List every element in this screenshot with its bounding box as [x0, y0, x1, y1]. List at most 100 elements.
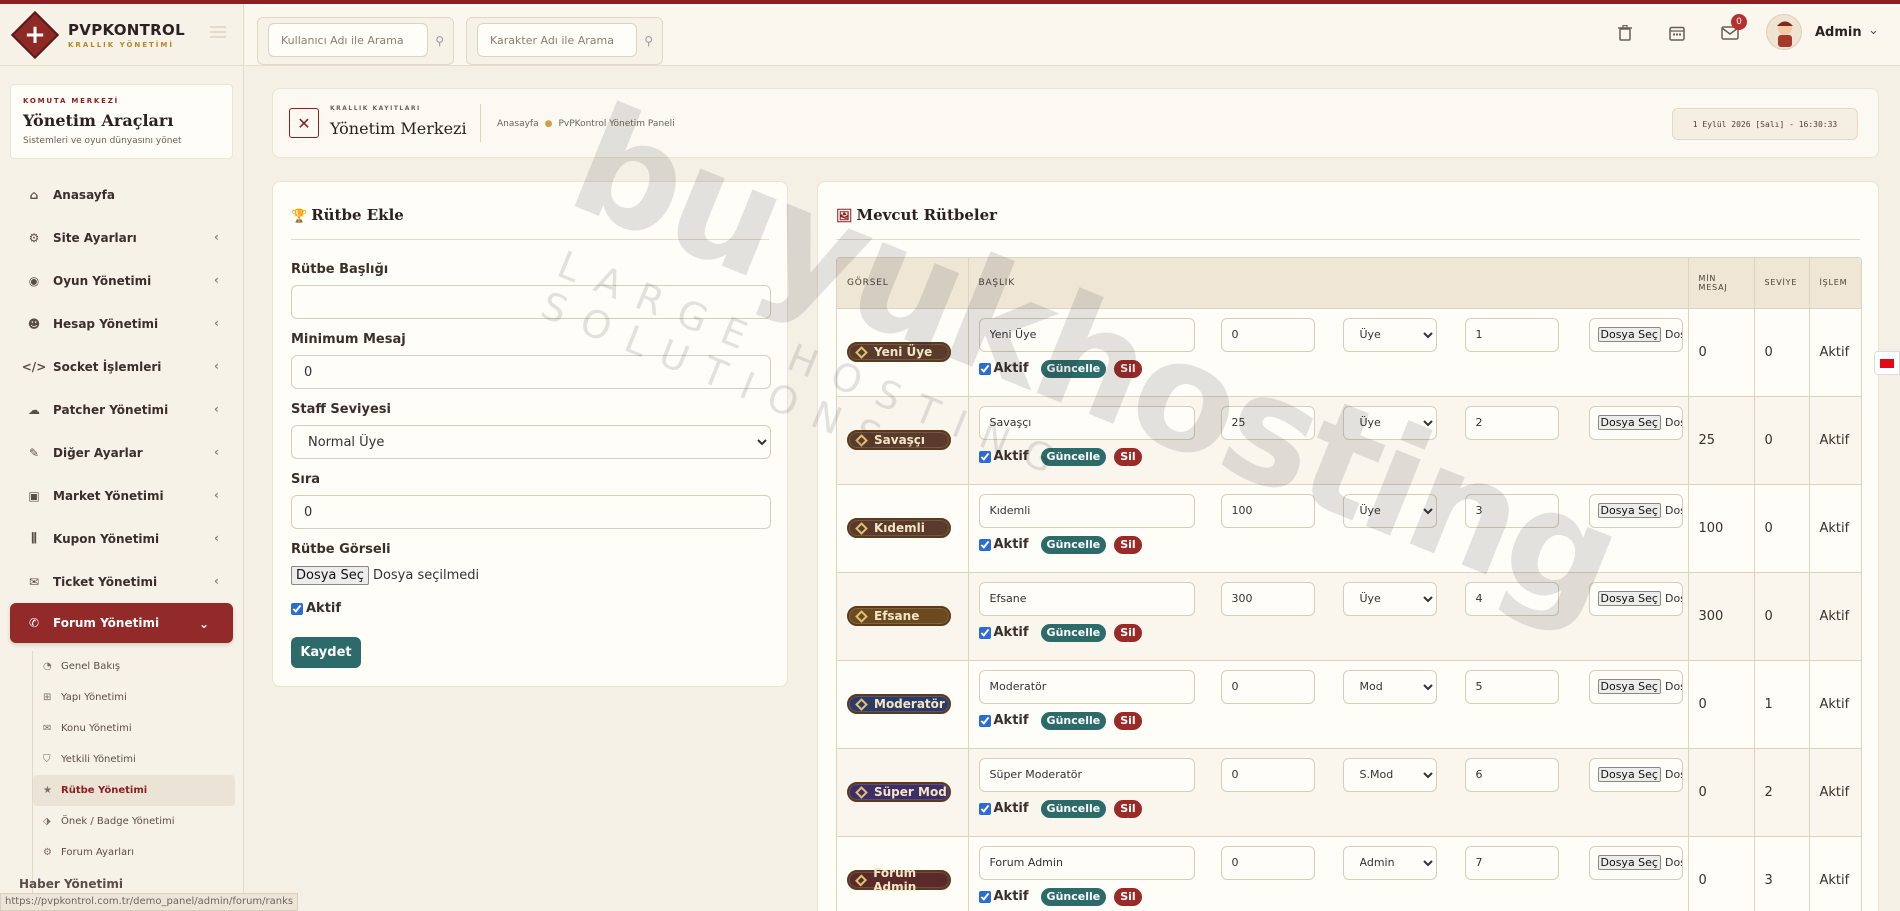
sidebar-item[interactable]: ◉ Oyun Yönetimi ‹ [0, 259, 243, 302]
update-button[interactable]: Güncelle [1040, 799, 1107, 818]
file-choose-button[interactable]: Dosya Seç [1597, 855, 1661, 870]
update-button[interactable]: Güncelle [1040, 711, 1107, 730]
active-checkbox[interactable] [978, 890, 991, 903]
staff-level-select[interactable]: Üye [1342, 581, 1437, 616]
rank-title-input[interactable] [978, 493, 1195, 528]
update-button[interactable]: Güncelle [1040, 623, 1107, 642]
search-icon[interactable]: ⚲ [435, 34, 444, 48]
rank-title-input[interactable] [978, 845, 1195, 880]
admin-name[interactable]: Admin [1815, 25, 1862, 40]
active-checkbox[interactable] [291, 602, 303, 615]
menu-toggle-icon[interactable] [210, 26, 226, 38]
order-input[interactable] [1464, 317, 1559, 352]
submenu-item[interactable]: ⚙ Forum Ayarları [33, 837, 243, 868]
rank-title-input[interactable] [291, 285, 771, 319]
active-checkbox[interactable] [978, 362, 991, 375]
rank-title-input[interactable] [978, 669, 1195, 704]
min-message-input[interactable] [1220, 405, 1315, 440]
active-label: Aktif [993, 449, 1029, 464]
order-input[interactable] [1464, 493, 1559, 528]
sidebar-item[interactable]: ✎ Diğer Ayarlar ‹ [0, 431, 243, 474]
update-button[interactable]: Güncelle [1040, 359, 1107, 378]
min-message-input[interactable] [1220, 669, 1315, 704]
delete-button[interactable]: Sil [1114, 887, 1142, 906]
active-checkbox[interactable] [978, 538, 991, 551]
avatar[interactable] [1766, 14, 1802, 50]
staff-level-select[interactable]: Mod [1342, 669, 1437, 704]
submenu-item[interactable]: ✉ Konu Yönetimi [33, 713, 243, 744]
staff-level-select[interactable]: Üye [1342, 493, 1437, 528]
rank-actions: Aktif Güncelle Sil [978, 359, 1142, 378]
sidebar-item[interactable]: ✆ Forum Yönetimi ⌄ [10, 603, 233, 643]
staff-level-select[interactable]: Admin [1342, 845, 1437, 880]
min-message-input[interactable] [1220, 845, 1315, 880]
file-choose-button[interactable]: Dosya Seç [1597, 679, 1661, 694]
close-icon[interactable]: ✕ [289, 108, 319, 138]
order-input[interactable] [291, 495, 771, 529]
active-checkbox[interactable] [978, 714, 991, 727]
file-choose-button[interactable]: Dosya Seç [1597, 767, 1661, 782]
brand[interactable]: + PVPKONTROL KRALLIK YÖNETİMİ [0, 4, 243, 66]
file-choose-button[interactable]: Dosya Seç [1597, 415, 1661, 430]
delete-button[interactable]: Sil [1114, 799, 1142, 818]
delete-button[interactable]: Sil [1114, 711, 1142, 730]
rank-title-input[interactable] [978, 581, 1195, 616]
diamond-icon [855, 433, 868, 447]
min-message-input[interactable] [1220, 757, 1315, 792]
file-choose-button[interactable]: Dosya Seç [1597, 503, 1661, 518]
staff-level-select[interactable]: S.Mod [1342, 757, 1437, 792]
sidebar-item[interactable]: ▣ Market Yönetimi ‹ [0, 474, 243, 517]
order-input[interactable] [1464, 757, 1559, 792]
sidebar-item[interactable]: ⚙ Site Ayarları ‹ [0, 216, 243, 259]
order-input[interactable] [1464, 405, 1559, 440]
add-rank-card: 🏆 Rütbe Ekle Rütbe Başlığı Minimum Mesaj … [272, 181, 788, 687]
rank-title-input[interactable] [978, 317, 1195, 352]
rank-title-input[interactable] [978, 757, 1195, 792]
file-choose-button[interactable]: Dosya Seç [291, 566, 369, 585]
delete-button[interactable]: Sil [1114, 447, 1142, 466]
active-checkbox[interactable] [978, 450, 991, 463]
submenu-item[interactable]: ◔ Genel Bakış [33, 651, 243, 682]
calendar-icon[interactable] [1665, 21, 1689, 45]
update-button[interactable]: Güncelle [1040, 447, 1107, 466]
submenu-item[interactable]: ⬗ Önek / Badge Yönetimi [33, 806, 243, 837]
file-choose-button[interactable]: Dosya Seç [1597, 591, 1661, 606]
submenu-item[interactable]: ★ Rütbe Yönetimi [33, 775, 235, 806]
chevron-down-icon[interactable]: ⌄ [1868, 23, 1879, 38]
sidebar-item[interactable]: ✉ Ticket Yönetimi ‹ [0, 560, 243, 603]
update-button[interactable]: Güncelle [1040, 535, 1107, 554]
sidebar-item[interactable]: ⌂ Anasayfa [0, 173, 243, 216]
sidebar-item[interactable]: </> Socket İşlemleri ‹ [0, 345, 243, 388]
min-message-input[interactable] [1220, 581, 1315, 616]
staff-level-select[interactable]: Üye [1342, 405, 1437, 440]
min-message-input[interactable] [1220, 317, 1315, 352]
delete-button[interactable]: Sil [1114, 535, 1142, 554]
order-input[interactable] [1464, 581, 1559, 616]
min-message-input[interactable] [291, 355, 771, 389]
sidebar-item[interactable]: ☻ Hesap Yönetimi ‹ [0, 302, 243, 345]
character-search-input[interactable] [477, 23, 637, 57]
sidebar-item[interactable]: ☁ Patcher Yönetimi ‹ [0, 388, 243, 431]
delete-button[interactable]: Sil [1114, 623, 1142, 642]
min-message-input[interactable] [1220, 493, 1315, 528]
language-flag-icon[interactable] [1874, 351, 1900, 375]
active-checkbox[interactable] [978, 802, 991, 815]
file-choose-button[interactable]: Dosya Seç [1597, 327, 1661, 342]
save-button[interactable]: Kaydet [291, 637, 361, 668]
delete-button[interactable]: Sil [1114, 359, 1142, 378]
order-input[interactable] [1464, 845, 1559, 880]
submenu-item[interactable]: ⊞ Yapı Yönetimi [33, 682, 243, 713]
sidebar-item[interactable]: ⫼ Kupon Yönetimi ‹ [0, 517, 243, 560]
header-divider [480, 104, 481, 142]
user-search-input[interactable] [268, 23, 428, 57]
search-icon[interactable]: ⚲ [644, 34, 653, 48]
breadcrumb-home[interactable]: Anasayfa [497, 119, 539, 129]
staff-level-select[interactable]: Normal Üye [291, 425, 771, 459]
submenu-item[interactable]: ⛉ Yetkili Yönetimi [33, 744, 243, 775]
update-button[interactable]: Güncelle [1040, 887, 1107, 906]
rank-title-input[interactable] [978, 405, 1195, 440]
order-input[interactable] [1464, 669, 1559, 704]
active-checkbox[interactable] [978, 626, 991, 639]
trash-icon[interactable] [1613, 21, 1637, 45]
staff-level-select[interactable]: Üye [1342, 317, 1437, 352]
